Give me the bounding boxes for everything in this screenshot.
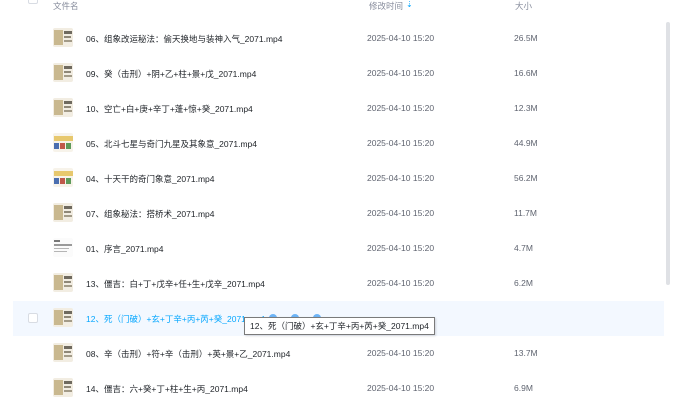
video-thumbnail-icon xyxy=(53,378,73,397)
video-thumbnail-icon xyxy=(53,98,73,117)
video-thumbnail-icon xyxy=(53,273,73,292)
file-row[interactable]: 09、癸（击刑）+阴+乙+柱+景+戊_2071.mp4 2025-04-10 1… xyxy=(13,56,669,91)
video-thumbnail-icon xyxy=(53,28,73,47)
file-size: 6.2M xyxy=(514,278,533,288)
file-list-header: 文件名 修改时间 ⇣ 大小 xyxy=(0,0,700,14)
scrollbar-thumb[interactable] xyxy=(666,22,670,285)
file-name[interactable]: 06、组象改运秘法：偷天换地与装神入气_2071.mp4 xyxy=(86,33,283,45)
file-row[interactable]: 13、僵吉：白+丁+戊辛+任+生+戊辛_2071.mp4 2025-04-10 … xyxy=(13,266,669,301)
file-name[interactable]: 10、空亡+白+庚+辛丁+蓬+惊+癸_2071.mp4 xyxy=(86,103,253,115)
file-modified-time: 2025-04-10 15:20 xyxy=(367,68,435,78)
file-row[interactable]: 04、十天干的奇门象意_2071.mp4 2025-04-10 15:20 56… xyxy=(13,161,669,196)
file-modified-time: 2025-04-10 15:20 xyxy=(367,103,435,113)
file-size: 12.3M xyxy=(514,103,538,113)
file-modified-time: 2025-04-10 15:20 xyxy=(367,383,435,393)
file-row[interactable]: 08、辛（击刑）+符+辛（击刑）+英+景+乙_2071.mp4 2025-04-… xyxy=(13,336,669,371)
filename-tooltip: 12、死（门破）+玄+丁辛+丙+芮+癸_2071.mp4 xyxy=(244,317,435,335)
file-name[interactable]: 09、癸（击刑）+阴+乙+柱+景+戊_2071.mp4 xyxy=(86,68,256,80)
file-name[interactable]: 05、北斗七星与奇门九星及其象意_2071.mp4 xyxy=(86,138,257,150)
file-modified-time: 2025-04-10 15:20 xyxy=(367,33,435,43)
select-all-checkbox[interactable] xyxy=(28,0,38,4)
file-modified-time: 2025-04-10 15:20 xyxy=(367,173,435,183)
file-row[interactable]: 10、空亡+白+庚+辛丁+蓬+惊+癸_2071.mp4 2025-04-10 1… xyxy=(13,91,669,126)
video-thumbnail-icon xyxy=(53,168,73,187)
file-modified-time: 2025-04-10 15:20 xyxy=(367,138,435,148)
file-size: 4.7M xyxy=(514,243,533,253)
file-size: 13.7M xyxy=(514,348,538,358)
file-size: 56.2M xyxy=(514,173,538,183)
file-size: 6.9M xyxy=(514,383,533,393)
video-thumbnail-icon xyxy=(53,133,73,152)
file-size: 26.5M xyxy=(514,33,538,43)
file-row[interactable]: 05、北斗七星与奇门九星及其象意_2071.mp4 2025-04-10 15:… xyxy=(13,126,669,161)
file-modified-time: 2025-04-10 15:20 xyxy=(367,278,435,288)
file-modified-time: 2025-04-10 15:20 xyxy=(367,243,435,253)
file-row[interactable]: 14、僵吉：六+癸+丁+柱+生+丙_2071.mp4 2025-04-10 15… xyxy=(13,371,669,406)
sort-desc-icon[interactable]: ⇣ xyxy=(406,0,413,9)
column-header-name[interactable]: 文件名 xyxy=(53,0,79,12)
file-row[interactable]: 07、组象秘法：搭桥术_2071.mp4 2025-04-10 15:20 11… xyxy=(13,196,669,231)
file-name[interactable]: 01、序言_2071.mp4 xyxy=(86,243,164,255)
file-name[interactable]: 04、十天干的奇门象意_2071.mp4 xyxy=(86,173,215,185)
file-name[interactable]: 14、僵吉：六+癸+丁+柱+生+丙_2071.mp4 xyxy=(86,383,248,395)
file-modified-time: 2025-04-10 15:20 xyxy=(367,208,435,218)
column-header-modified-time[interactable]: 修改时间 xyxy=(369,0,403,12)
video-thumbnail-icon xyxy=(53,238,73,257)
file-name[interactable]: 07、组象秘法：搭桥术_2071.mp4 xyxy=(86,208,215,220)
file-name[interactable]: 12、死（门破）+玄+丁辛+丙+芮+癸_2071.mp4 xyxy=(86,313,265,325)
video-thumbnail-icon xyxy=(53,308,73,327)
video-thumbnail-icon xyxy=(53,63,73,82)
video-thumbnail-icon xyxy=(53,203,73,222)
file-row[interactable]: 06、组象改运秘法：偷天换地与装神入气_2071.mp4 2025-04-10 … xyxy=(13,21,669,56)
file-name[interactable]: 08、辛（击刑）+符+辛（击刑）+英+景+乙_2071.mp4 xyxy=(86,348,290,360)
row-checkbox[interactable] xyxy=(28,313,38,323)
file-size: 44.9M xyxy=(514,138,538,148)
file-size: 11.7M xyxy=(514,208,537,218)
file-modified-time: 2025-04-10 15:20 xyxy=(367,348,435,358)
file-size: 16.6M xyxy=(514,68,538,78)
video-thumbnail-icon xyxy=(53,343,73,362)
column-header-size[interactable]: 大小 xyxy=(515,0,532,12)
file-name[interactable]: 13、僵吉：白+丁+戊辛+任+生+戊辛_2071.mp4 xyxy=(86,278,265,290)
file-row[interactable]: 01、序言_2071.mp4 2025-04-10 15:20 4.7M xyxy=(13,231,669,266)
